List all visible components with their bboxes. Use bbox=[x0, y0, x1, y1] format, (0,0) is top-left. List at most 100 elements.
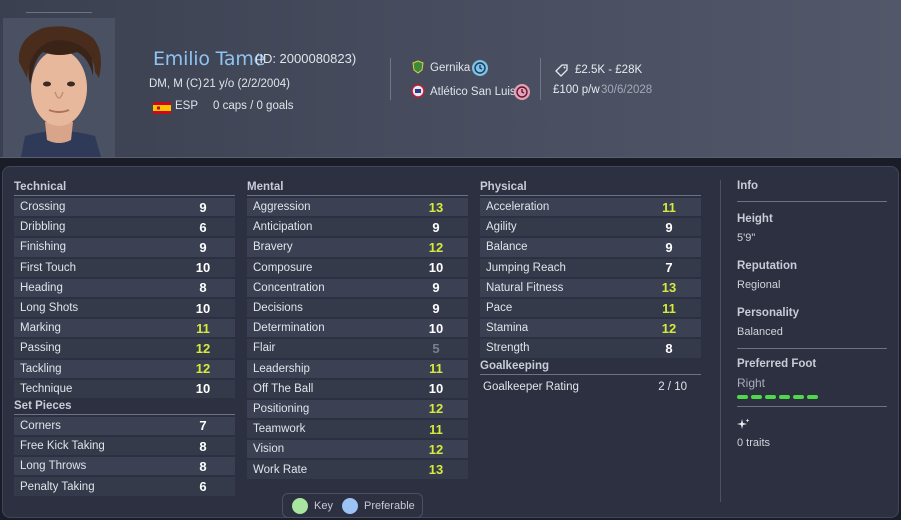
attribute-value: 10 bbox=[428, 260, 444, 276]
attribute-label: Stamina bbox=[486, 322, 529, 335]
section-title: Set Pieces bbox=[14, 400, 235, 415]
attribute-row[interactable]: Anticipation 9 bbox=[247, 218, 468, 237]
sparkle-icon bbox=[737, 418, 887, 436]
attribute-row[interactable]: Jumping Reach 7 bbox=[480, 258, 701, 277]
attribute-row[interactable]: First Touch 10 bbox=[14, 258, 235, 277]
attribute-value: 12 bbox=[428, 239, 444, 255]
attribute-row[interactable]: Composure 10 bbox=[247, 258, 468, 277]
player-nationality[interactable]: ESP bbox=[175, 100, 198, 112]
key-dot-icon bbox=[292, 498, 308, 514]
player-age: 21 y/o (2/2/2004) bbox=[203, 78, 290, 90]
attribute-row[interactable]: Marking 11 bbox=[14, 319, 235, 338]
attribute-value: 6 bbox=[199, 479, 207, 495]
attribute-label: Off The Ball bbox=[253, 382, 314, 395]
goalkeeper-rating-row: Goalkeeper Rating 2 / 10 bbox=[480, 377, 701, 393]
preferred-foot-value: Right bbox=[737, 376, 766, 390]
attribute-label: Dribbling bbox=[20, 221, 66, 234]
attribute-row[interactable]: Dribbling 6 bbox=[14, 218, 235, 237]
attribute-value: 10 bbox=[195, 260, 211, 276]
attribute-row[interactable]: Vision 12 bbox=[247, 440, 468, 459]
foot-strength-segment bbox=[765, 395, 776, 399]
attribute-value: 13 bbox=[428, 199, 444, 215]
attribute-label: Concentration bbox=[253, 281, 325, 294]
foot-strength-segment bbox=[779, 395, 790, 399]
personality-value: Balanced bbox=[737, 326, 783, 338]
goalkeeper-rating-label: Goalkeeper Rating bbox=[483, 380, 579, 393]
header-separator bbox=[540, 58, 541, 100]
attribute-row[interactable]: Technique 10 bbox=[14, 379, 235, 398]
attribute-label: Anticipation bbox=[253, 221, 313, 234]
attribute-label: Corners bbox=[20, 419, 61, 432]
attribute-row[interactable]: Tackling 12 bbox=[14, 359, 235, 378]
attribute-row[interactable]: Stamina 12 bbox=[480, 319, 701, 338]
foot-strength-segment bbox=[737, 395, 748, 399]
reputation-label: Reputation bbox=[737, 260, 798, 272]
attribute-label: Flair bbox=[253, 342, 276, 355]
attribute-row[interactable]: Free Kick Taking 8 bbox=[14, 437, 235, 456]
attribute-row[interactable]: Determination 10 bbox=[247, 319, 468, 338]
attribute-value: 12 bbox=[195, 361, 211, 377]
attribute-row[interactable]: Work Rate 13 bbox=[247, 460, 468, 479]
attribute-value: 9 bbox=[665, 239, 673, 255]
attribute-row[interactable]: Pace 11 bbox=[480, 298, 701, 318]
attribute-row[interactable]: Passing 12 bbox=[14, 339, 235, 358]
player-name[interactable]: Emilio Tame bbox=[153, 48, 265, 70]
info-divider bbox=[737, 201, 887, 202]
preferable-dot-icon bbox=[342, 498, 358, 514]
attribute-label: Agility bbox=[486, 221, 517, 234]
loan-club-name[interactable]: Atlético San Luis bbox=[430, 86, 516, 98]
attribute-row[interactable]: Teamwork 11 bbox=[247, 420, 468, 439]
attribute-label: Tackling bbox=[20, 362, 62, 375]
parent-club-name[interactable]: Gernika bbox=[430, 62, 470, 74]
attribute-row[interactable]: Strength 8 bbox=[480, 339, 701, 358]
attribute-row[interactable]: Positioning 12 bbox=[247, 399, 468, 419]
reputation-value: Regional bbox=[737, 279, 781, 291]
section-title: Mental bbox=[247, 181, 468, 196]
header-divider bbox=[26, 12, 92, 13]
attribute-value: 12 bbox=[428, 401, 444, 417]
player-avatar bbox=[3, 18, 115, 157]
attribute-row[interactable]: Long Shots 10 bbox=[14, 298, 235, 318]
attribute-row[interactable]: Heading 8 bbox=[14, 278, 235, 297]
attribute-value: 12 bbox=[661, 320, 677, 336]
attribute-row[interactable]: Off The Ball 10 bbox=[247, 379, 468, 398]
attribute-label: Heading bbox=[20, 281, 63, 294]
traits-count[interactable]: 0 traits bbox=[737, 437, 887, 449]
attribute-row[interactable]: Finishing 9 bbox=[14, 238, 235, 257]
attribute-value: 10 bbox=[195, 300, 211, 316]
attribute-row[interactable]: Crossing 9 bbox=[14, 198, 235, 217]
attribute-row[interactable]: Leadership 11 bbox=[247, 359, 468, 378]
attribute-row[interactable]: Penalty Taking 6 bbox=[14, 477, 235, 496]
wage: £100 p/w bbox=[553, 84, 600, 96]
attribute-row[interactable]: Bravery 12 bbox=[247, 238, 468, 257]
attribute-row[interactable]: Balance 9 bbox=[480, 238, 701, 257]
attribute-row[interactable]: Agility 9 bbox=[480, 218, 701, 237]
attribute-value: 10 bbox=[428, 320, 444, 336]
attribute-row[interactable]: Corners 7 bbox=[14, 416, 235, 436]
attribute-value: 11 bbox=[662, 300, 676, 316]
spain-flag-icon bbox=[153, 101, 171, 114]
attribute-row[interactable]: Concentration 9 bbox=[247, 278, 468, 297]
attribute-label: Composure bbox=[253, 261, 313, 274]
attribute-label: Strength bbox=[486, 342, 530, 355]
attribute-value: 5 bbox=[432, 340, 440, 356]
attribute-value: 8 bbox=[199, 438, 207, 454]
attribute-row[interactable]: Long Throws 8 bbox=[14, 457, 235, 476]
attribute-row[interactable]: Flair 5 bbox=[247, 339, 468, 358]
attribute-value: 6 bbox=[199, 219, 207, 235]
attribute-label: Crossing bbox=[20, 201, 66, 214]
attribute-row[interactable]: Acceleration 11 bbox=[480, 198, 701, 217]
attribute-label: Free Kick Taking bbox=[20, 440, 105, 453]
header-separator bbox=[390, 58, 391, 100]
player-id: (ID: 2000080823) bbox=[255, 51, 357, 66]
mental-section: Mental Aggression 13 Anticipation 9 Bravery 1… bbox=[247, 181, 468, 481]
legend-key-label: Key bbox=[314, 500, 333, 512]
attribute-value: 11 bbox=[429, 361, 443, 377]
transfer-value: £2.5K - £28K bbox=[575, 64, 643, 76]
foot-strength-segment bbox=[793, 395, 804, 399]
attribute-row[interactable]: Natural Fitness 13 bbox=[480, 278, 701, 297]
attribute-label: Natural Fitness bbox=[486, 281, 564, 294]
club-crest-icon bbox=[411, 60, 425, 74]
attribute-row[interactable]: Decisions 9 bbox=[247, 298, 468, 318]
attribute-row[interactable]: Aggression 13 bbox=[247, 198, 468, 217]
